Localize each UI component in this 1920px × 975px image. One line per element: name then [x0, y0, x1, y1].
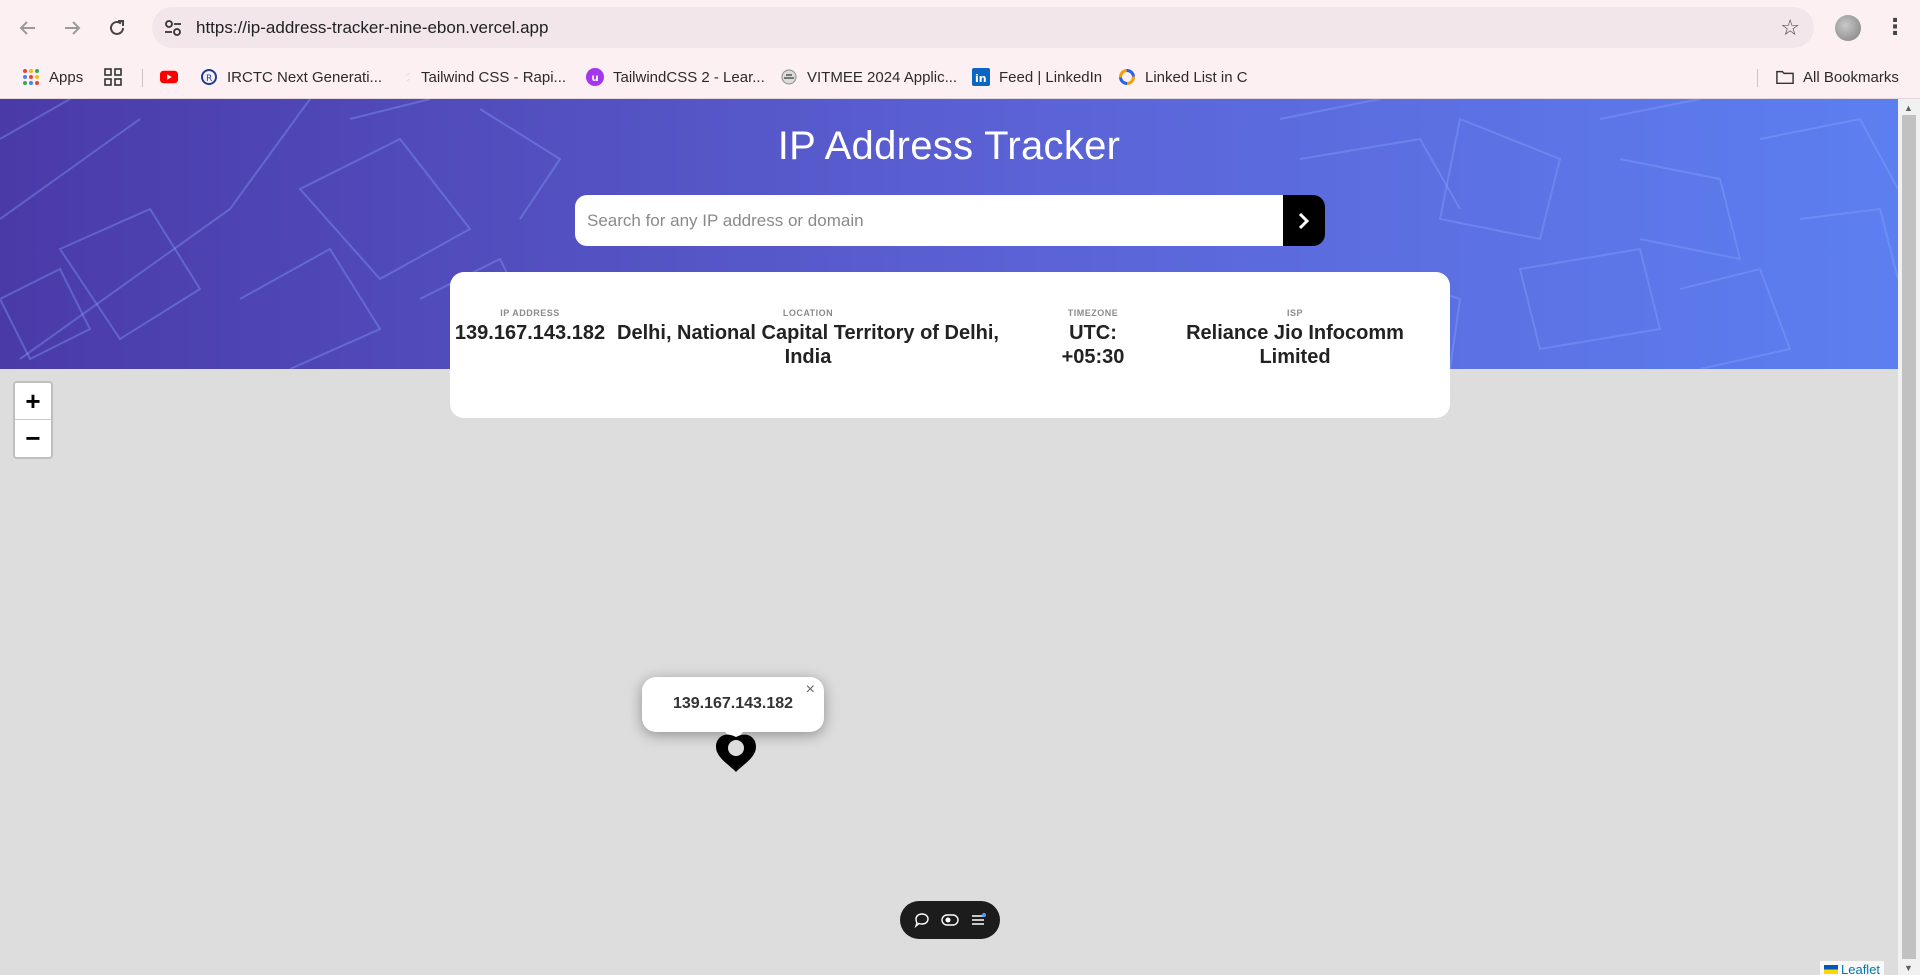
folder-icon	[1776, 68, 1794, 86]
toggle-icon[interactable]	[940, 910, 960, 930]
location-marker-icon[interactable]	[713, 728, 759, 774]
bookmarks-bar: Apps R IRCTC Next Generati... Tailwind C…	[0, 55, 1920, 99]
ip-info-card: IP ADDRESS 139.167.143.182 LOCATION Delh…	[450, 272, 1450, 418]
ip-address-section: IP ADDRESS 139.167.143.182	[450, 308, 610, 345]
chevron-right-icon	[1298, 212, 1310, 229]
timezone-section: TIMEZONE UTC: +05:30	[1046, 308, 1140, 369]
bookmark-separator	[1757, 69, 1758, 87]
map-popup: 139.167.143.182 ×	[642, 677, 824, 732]
bookmark-irctc[interactable]: R IRCTC Next Generati...	[200, 66, 382, 88]
forward-icon[interactable]	[56, 12, 88, 44]
timezone-label: TIMEZONE	[1067, 308, 1119, 318]
bookmark-grid[interactable]	[104, 66, 131, 88]
menu-icon[interactable]: ⋮	[1884, 14, 1906, 40]
bookmark-vitmee[interactable]: VITMEE 2024 Applic...	[780, 66, 957, 88]
svg-text:u: u	[592, 73, 599, 84]
back-icon[interactable]	[12, 12, 44, 44]
bookmark-separator	[142, 69, 143, 87]
scroll-up-icon[interactable]: ▲	[1904, 103, 1913, 113]
bookmark-youtube[interactable]	[160, 66, 187, 88]
bookmark-apps[interactable]: Apps	[22, 66, 83, 88]
browser-toolbar: https://ip-address-tracker-nine-ebon.ver…	[0, 0, 1920, 55]
timezone-value-line1: UTC:	[1069, 322, 1117, 344]
site-info-icon[interactable]	[162, 17, 184, 39]
list-menu-icon[interactable]	[968, 910, 988, 930]
tailwind-icon	[394, 68, 412, 86]
bookmark-udemy[interactable]: u TailwindCSS 2 - Lear...	[586, 66, 765, 88]
address-bar[interactable]: https://ip-address-tracker-nine-ebon.ver…	[152, 7, 1814, 48]
map-attribution[interactable]: Leaflet	[1820, 961, 1885, 975]
location-label: LOCATION	[782, 308, 834, 318]
ukraine-flag-icon	[1824, 964, 1838, 974]
isp-value-line1: Reliance Jio Infocomm	[1186, 322, 1404, 344]
irctc-icon: R	[200, 68, 218, 86]
page-title: IP Address Tracker	[777, 124, 1121, 168]
isp-section: ISP Reliance Jio Infocomm Limited	[1160, 308, 1430, 369]
linkedin-icon: in	[972, 68, 990, 86]
ip-address-label: IP ADDRESS	[500, 308, 560, 318]
zoom-in-button[interactable]: +	[15, 383, 51, 420]
isp-label: ISP	[1286, 308, 1303, 318]
grid-icon	[104, 68, 122, 86]
bookmark-star-icon[interactable]: ☆	[1780, 15, 1800, 41]
zoom-out-button[interactable]: −	[15, 420, 51, 457]
location-value-line2: India	[784, 346, 832, 368]
vit-icon	[780, 68, 798, 86]
popup-ip-text: 139.167.143.182	[672, 695, 794, 712]
location-value-line1: Delhi, National Capital Territory of Del…	[617, 322, 999, 344]
scroll-down-icon[interactable]: ▼	[1904, 963, 1913, 973]
comment-icon[interactable]	[912, 910, 932, 930]
popup-close-icon[interactable]: ×	[806, 681, 815, 699]
dev-toolbar	[900, 901, 1000, 939]
udemy-icon: u	[586, 68, 604, 86]
ip-address-value: 139.167.143.182	[454, 322, 606, 344]
circle-logo-icon	[1118, 68, 1136, 86]
svg-text:in: in	[975, 72, 987, 85]
profile-avatar[interactable]	[1835, 15, 1861, 41]
bookmark-linked-list[interactable]: Linked List in C	[1118, 66, 1248, 88]
timezone-value-line2: +05:30	[1061, 346, 1125, 368]
reload-icon[interactable]	[101, 12, 133, 44]
isp-value-line2: Limited	[1259, 346, 1331, 368]
apps-grid-icon	[22, 68, 40, 86]
scrollbar-thumb[interactable]	[1902, 115, 1916, 959]
leaflet-link[interactable]: Leaflet	[1841, 962, 1880, 975]
bookmark-tailwind[interactable]: Tailwind CSS - Rapi...	[394, 66, 566, 88]
youtube-icon	[160, 68, 178, 86]
all-bookmarks[interactable]: All Bookmarks	[1776, 66, 1899, 88]
page-scrollbar[interactable]: ▲ ▼	[1898, 99, 1920, 975]
search-input[interactable]	[575, 195, 1283, 246]
bookmark-linkedin[interactable]: in Feed | LinkedIn	[972, 66, 1102, 88]
page: IP Address Tracker IP ADDRESS 139.167.14…	[0, 99, 1898, 975]
search-submit-button[interactable]	[1283, 195, 1325, 246]
map-zoom-control: + −	[13, 381, 53, 459]
search-field[interactable]	[575, 195, 1283, 246]
url-text[interactable]: https://ip-address-tracker-nine-ebon.ver…	[196, 18, 548, 38]
svg-text:R: R	[206, 74, 212, 84]
location-section: LOCATION Delhi, National Capital Territo…	[610, 308, 1006, 369]
